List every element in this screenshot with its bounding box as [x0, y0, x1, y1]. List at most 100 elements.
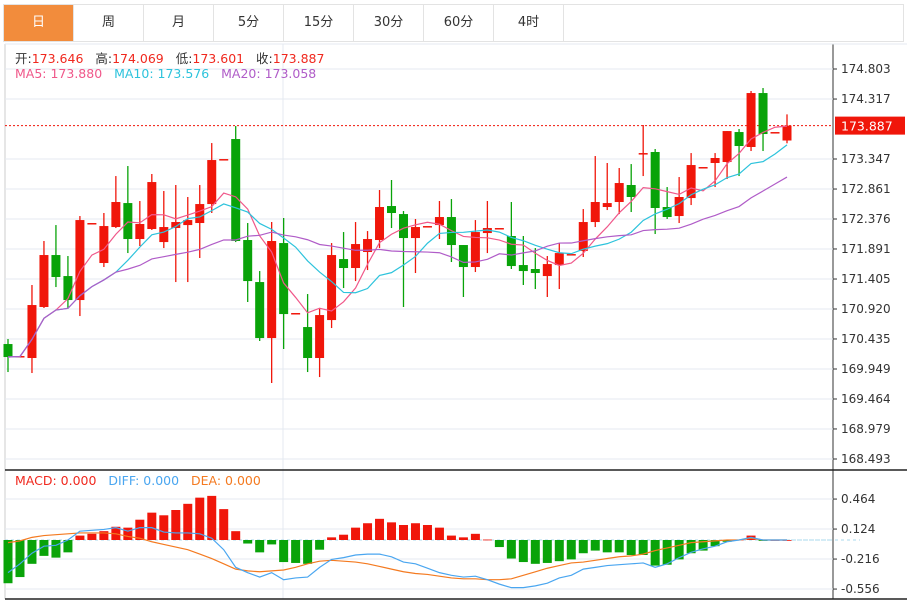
candle-down — [530, 269, 540, 274]
candle-up — [315, 315, 325, 359]
macd-bar-negative — [590, 540, 600, 551]
macd-bar-positive — [458, 537, 468, 540]
candle-up — [147, 182, 157, 230]
macd-bar-positive — [434, 527, 444, 540]
ma5-value: MA5: 173.880 — [15, 66, 103, 81]
low-label: 低: — [175, 51, 193, 66]
macd-bar-positive — [446, 535, 456, 540]
candle-down — [3, 344, 13, 358]
macd-bar-positive — [183, 503, 193, 540]
candle-up — [554, 253, 564, 266]
price-tick-label: 171.405 — [841, 272, 891, 286]
macd-bar-positive — [159, 515, 169, 540]
macd-bar-positive — [123, 527, 133, 540]
kline-chart[interactable]: 174.803 174.317 173.347 172.861 172.376 171.8… — [0, 0, 907, 601]
candle-down — [506, 236, 516, 267]
candle-down — [626, 185, 636, 198]
price-tick-label: 170.920 — [841, 302, 891, 316]
price-tick-label: 169.464 — [841, 392, 891, 406]
low-value: 173.601 — [192, 51, 245, 66]
macd-bar-negative — [578, 540, 588, 554]
candle-down — [758, 93, 768, 135]
candle-down — [63, 276, 73, 301]
macd-bar-negative — [518, 540, 528, 563]
candle-up — [159, 227, 169, 243]
price-tick-label: 168.979 — [841, 422, 891, 436]
last-price-label: 173.887 — [841, 119, 893, 134]
candle-up — [698, 167, 708, 169]
candle-up — [494, 228, 504, 230]
macd-bar-negative — [315, 540, 325, 550]
macd-bar-positive — [231, 531, 241, 540]
macd-bar-negative — [3, 540, 13, 584]
candle-down — [387, 206, 397, 214]
candle-up — [578, 222, 588, 252]
candle-up — [638, 153, 648, 155]
open-value: 173.646 — [31, 51, 84, 66]
macd-bar-positive — [147, 512, 157, 540]
macd-bar-positive — [387, 522, 397, 540]
macd-bar-positive — [351, 527, 361, 540]
candle-down — [255, 282, 265, 339]
macd-bar-negative — [267, 540, 277, 545]
ma20-value: MA20: 173.058 — [221, 66, 317, 81]
candle-down — [339, 259, 349, 269]
price-tick-label: 173.347 — [841, 152, 891, 166]
macd-bar-negative — [506, 540, 516, 559]
price-tick-label: 171.891 — [841, 242, 891, 256]
candle-down — [650, 152, 660, 209]
candle-down — [231, 139, 241, 242]
macd-bar-positive — [207, 495, 217, 540]
price-tick-label: 170.435 — [841, 332, 891, 346]
candle-up — [375, 207, 385, 241]
macd-bar-positive — [482, 539, 492, 541]
macd-bar-negative — [662, 540, 672, 565]
candle-up — [590, 202, 600, 223]
candle-up — [219, 159, 229, 161]
macd-bar-negative — [494, 540, 504, 548]
candle-down — [51, 255, 61, 278]
candle-up — [267, 241, 277, 339]
candle-down — [243, 240, 253, 282]
macd-bar-positive — [339, 534, 349, 540]
high-value: 174.069 — [112, 51, 164, 66]
candle-down — [303, 327, 313, 359]
macd-bar-positive — [87, 533, 97, 540]
candle-up — [195, 204, 205, 224]
close-label: 收: — [256, 51, 273, 66]
candle-up — [351, 244, 361, 269]
candle-up — [710, 158, 720, 164]
macd-bar-positive — [219, 509, 229, 540]
macd-bar-negative — [650, 540, 660, 566]
macd-bar-negative — [554, 540, 564, 562]
macd-tick-label: -0.556 — [841, 582, 880, 596]
diff-value: DIFF: 0.000 — [108, 473, 180, 488]
candle-up — [291, 313, 301, 315]
candle-up — [207, 160, 217, 205]
ma5-line — [7, 125, 788, 358]
macd-bar-negative — [303, 540, 313, 564]
candle-up — [566, 254, 576, 256]
candle-up — [135, 224, 145, 240]
candle-up — [614, 183, 624, 203]
macd-bar-positive — [470, 533, 480, 540]
candle-up — [27, 305, 37, 359]
candle-up — [542, 264, 552, 277]
open-label: 开: — [15, 51, 32, 66]
macd-bar-negative — [279, 540, 289, 563]
macd-bar-positive — [375, 518, 385, 540]
macd-bar-negative — [602, 540, 612, 553]
macd-bar-positive — [410, 523, 420, 540]
macd-bar-negative — [542, 540, 552, 563]
macd-bar-positive — [363, 523, 373, 540]
candle-up — [422, 226, 432, 228]
candle-down — [734, 132, 744, 147]
price-tick-label: 168.493 — [841, 452, 891, 466]
candle-up — [410, 227, 420, 239]
price-tick-label: 172.861 — [841, 182, 891, 196]
candle-down — [398, 214, 408, 239]
macd-bar-negative — [530, 540, 540, 564]
macd-value: MACD: 0.000 — [15, 473, 97, 488]
macd-bar-negative — [614, 540, 624, 553]
candle-up — [782, 125, 792, 141]
